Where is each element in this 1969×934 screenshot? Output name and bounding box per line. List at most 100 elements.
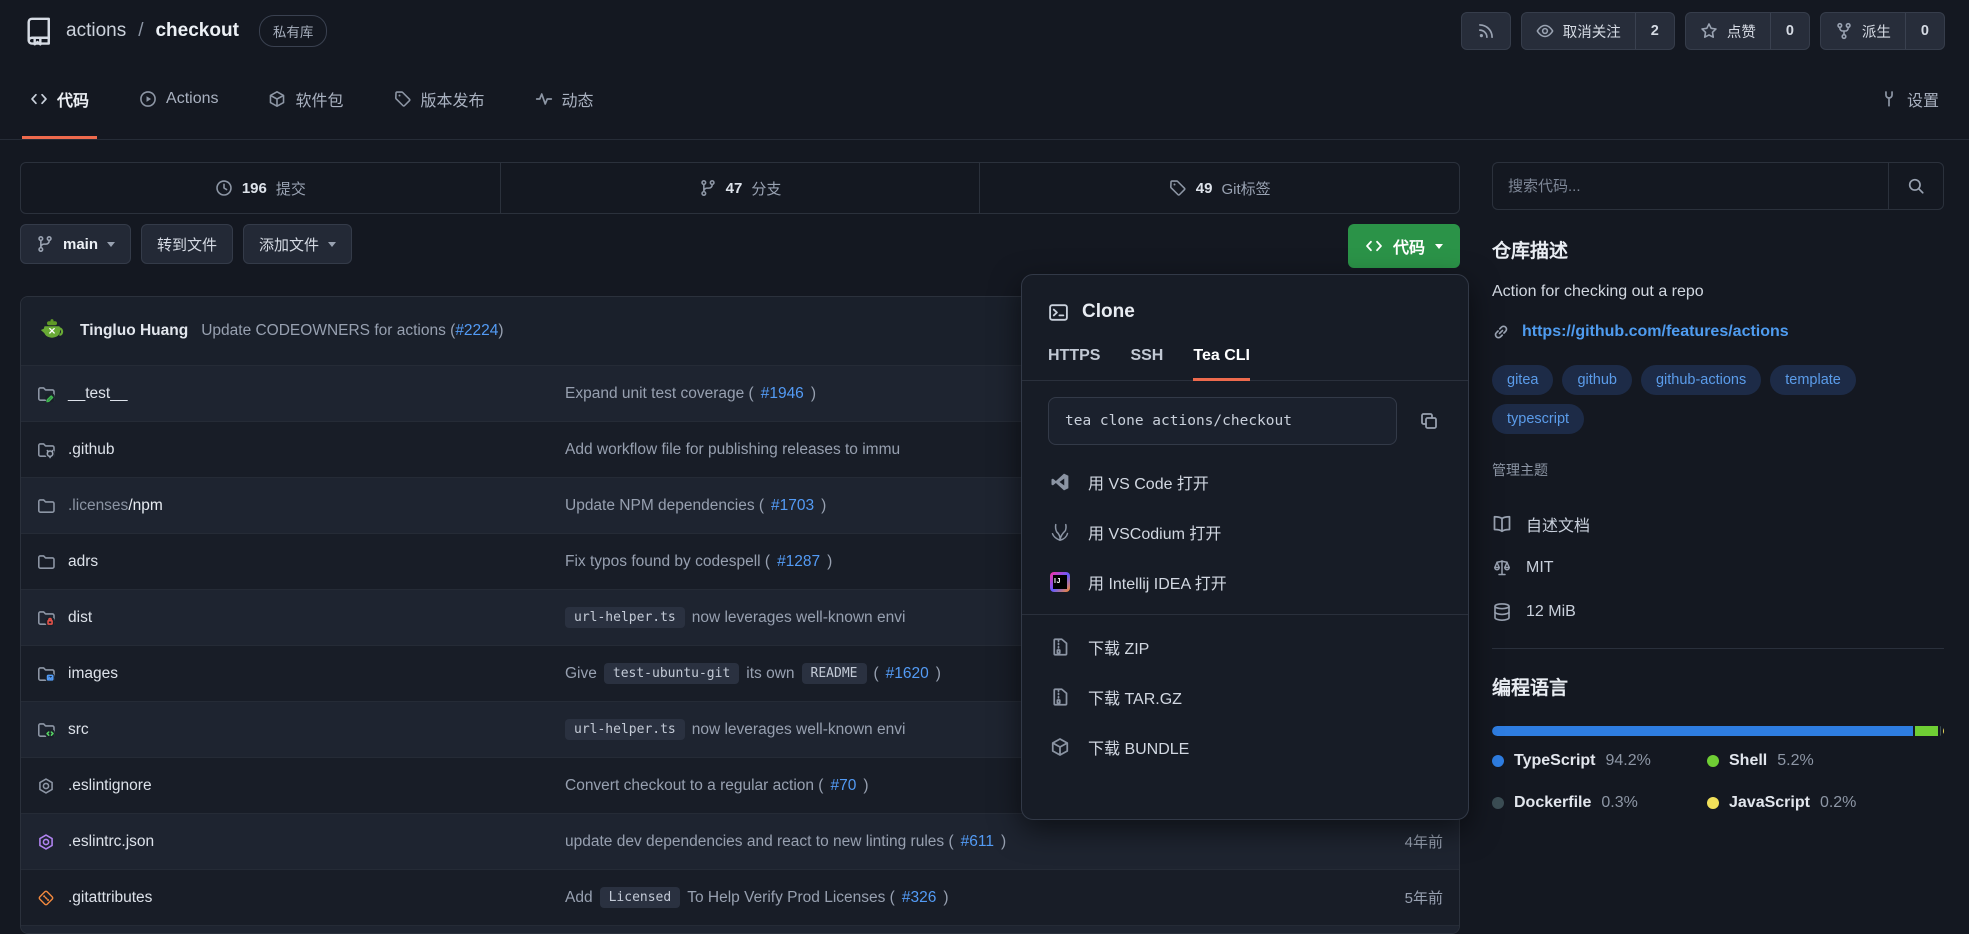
gitea-repo-page: actions / checkout 私有库 取消关注 2 [0, 0, 1969, 934]
tab-code-label: 代码 [57, 87, 89, 111]
language-dot-icon [1492, 755, 1504, 767]
branch-selector[interactable]: main [20, 224, 131, 264]
book-open-icon [1492, 514, 1512, 534]
download-item[interactable]: 下载 ZIP [1022, 622, 1468, 672]
file-row[interactable]: .gitattributes Add Licensed To Help Veri… [21, 869, 1459, 925]
issue-link[interactable]: #1620 [886, 665, 929, 683]
zip-icon [1049, 637, 1071, 657]
tab-actions[interactable]: Actions [131, 62, 226, 139]
tab-code[interactable]: 代码 [22, 62, 97, 139]
topic-pill[interactable]: github-actions [1641, 365, 1761, 395]
issue-link[interactable]: #1287 [777, 553, 820, 571]
menu-item-label: 用 VS Code 打开 [1088, 470, 1209, 494]
file-name[interactable]: src [68, 721, 89, 739]
folder-icon [37, 553, 55, 571]
file-name[interactable]: images [68, 665, 118, 683]
current-branch: main [63, 236, 98, 253]
tab-packages[interactable]: 软件包 [260, 62, 351, 139]
goto-file-button[interactable]: 转到文件 [141, 224, 233, 264]
topic-pill[interactable]: gitea [1492, 365, 1553, 395]
readme-item[interactable]: 自述文档 [1492, 502, 1944, 546]
tab-activity-label: 动态 [562, 87, 594, 111]
issue-link[interactable]: #326 [902, 889, 936, 907]
folder-image-icon [37, 665, 55, 683]
search-button[interactable] [1888, 162, 1944, 210]
file-row[interactable]: .eslintrc.json update dev dependencies a… [21, 813, 1459, 869]
issue-link[interactable]: #70 [830, 777, 856, 795]
issue-link[interactable]: #1703 [771, 497, 814, 515]
topic-pill[interactable]: template [1770, 365, 1856, 395]
tag-icon [394, 90, 412, 108]
file-name[interactable]: .eslintignore [68, 777, 152, 795]
commits-stat[interactable]: 196 提交 [21, 163, 500, 213]
clone-tab-ssh[interactable]: SSH [1130, 347, 1163, 381]
clone-url-input[interactable] [1048, 397, 1397, 445]
copy-button[interactable] [1410, 402, 1448, 440]
watch-label: 取消关注 [1563, 21, 1621, 42]
topic-pill[interactable]: github [1562, 365, 1632, 395]
tags-stat[interactable]: 49 Git标签 [979, 163, 1459, 213]
open-with-item[interactable]: 用 VS Code 打开 [1022, 457, 1468, 507]
file-commit-age: 5年前 [1313, 887, 1443, 908]
file-name[interactable]: .gitattributes [68, 889, 152, 907]
menu-item-label: 下载 ZIP [1088, 635, 1149, 659]
language-legend-item: Dockerfile 0.3% [1492, 794, 1707, 812]
open-with-item[interactable]: 用 VSCodium 打开 [1022, 507, 1468, 557]
license-item[interactable]: MIT [1492, 546, 1944, 590]
file-name[interactable]: .eslintrc.json [68, 833, 154, 851]
commit-author[interactable]: Tingluo Huang [80, 322, 188, 340]
star-button[interactable]: 点赞 0 [1685, 12, 1810, 50]
file-name[interactable]: __test__ [68, 385, 127, 403]
bundle-icon [1049, 737, 1071, 757]
clone-header: Clone [1048, 301, 1442, 323]
repo-book-icon [24, 16, 54, 46]
message-text: To Help Verify Prod Licenses ( [687, 889, 895, 907]
code-icon [30, 90, 48, 108]
file-commit-message[interactable]: update dev dependencies and react to new… [565, 833, 1313, 851]
add-file-button[interactable]: 添加文件 [243, 224, 352, 264]
tab-activity[interactable]: 动态 [527, 62, 602, 139]
message-text: ) [811, 385, 816, 403]
search-input[interactable] [1492, 162, 1888, 210]
commit-message[interactable]: Update CODEOWNERS for actions (#2224) [201, 322, 503, 340]
issue-link[interactable]: #1946 [761, 385, 804, 403]
watch-button[interactable]: 取消关注 2 [1521, 12, 1675, 50]
download-item[interactable]: 下载 BUNDLE [1022, 722, 1468, 772]
download-item[interactable]: 下载 TAR.GZ [1022, 672, 1468, 722]
file-name[interactable]: adrs [68, 553, 98, 571]
file-name[interactable]: dist [68, 609, 92, 627]
manage-topics-link[interactable]: 管理主题 [1492, 460, 1944, 480]
issue-link[interactable]: #2224 [455, 322, 498, 339]
language-legend: TypeScript 94.2% Shell 5.2% Dockerfile 0… [1492, 752, 1944, 812]
sidebar-divider [1492, 648, 1944, 649]
issue-link[interactable]: #611 [961, 833, 994, 851]
clone-url-row [1048, 397, 1448, 445]
git-diamond-icon [37, 889, 55, 907]
branches-stat[interactable]: 47 分支 [500, 163, 980, 213]
repo-owner-link[interactable]: actions [66, 20, 126, 42]
star-count[interactable]: 0 [1770, 13, 1809, 49]
file-name[interactable]: /npm [128, 497, 162, 514]
rss-button[interactable] [1461, 12, 1511, 50]
code-clone-button[interactable]: 代码 [1348, 224, 1460, 268]
tab-releases[interactable]: 版本发布 [386, 62, 493, 139]
repo-name-link[interactable]: checkout [155, 20, 238, 42]
language-segment [1915, 726, 1938, 736]
watch-count[interactable]: 2 [1635, 13, 1674, 49]
fork-button[interactable]: 派生 0 [1820, 12, 1945, 50]
fork-count[interactable]: 0 [1905, 13, 1944, 49]
file-commit-message[interactable]: Add Licensed To Help Verify Prod License… [565, 887, 1313, 908]
topic-pill[interactable]: typescript [1492, 404, 1584, 434]
tab-actions-label: Actions [166, 90, 218, 108]
size-item[interactable]: 12 MiB [1492, 590, 1944, 634]
message-text: Update NPM dependencies ( [565, 497, 764, 515]
tab-settings[interactable]: 设置 [1872, 62, 1947, 139]
open-with-item[interactable]: IJ 用 Intellij IDEA 打开 [1022, 557, 1468, 607]
clone-tab-tea-cli[interactable]: Tea CLI [1193, 347, 1250, 381]
avatar[interactable] [37, 316, 67, 346]
clone-tab-https[interactable]: HTTPS [1048, 347, 1100, 381]
file-name[interactable]: .github [68, 441, 115, 459]
language-legend-item: Shell 5.2% [1707, 752, 1944, 770]
website-link[interactable]: https://github.com/features/actions [1522, 323, 1789, 341]
language-dot-icon [1707, 755, 1719, 767]
